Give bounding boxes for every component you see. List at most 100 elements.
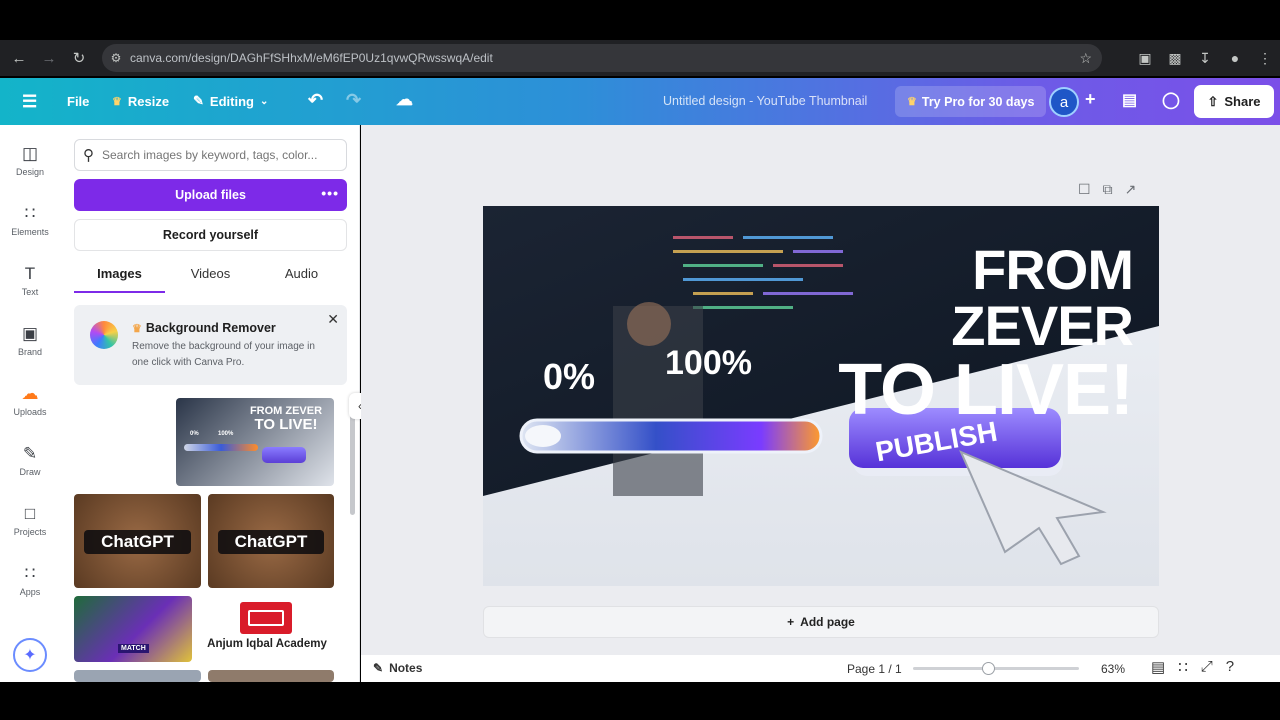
upload-thumbnail-chatgpt-1[interactable]: ChatGPT xyxy=(74,494,201,588)
rail-item-brand[interactable]: ▣ Brand xyxy=(0,323,60,357)
try-pro-label: Try Pro for 30 days xyxy=(921,94,1035,109)
lock-icon[interactable]: ☐ xyxy=(1078,181,1091,198)
reload-icon[interactable]: ↻ xyxy=(64,43,94,73)
panel-scrollbar[interactable] xyxy=(350,405,355,515)
editing-label: Editing xyxy=(209,93,254,109)
profile-icon[interactable]: ● xyxy=(1220,43,1250,73)
zoom-level[interactable]: 63% xyxy=(1101,662,1125,676)
upload-thumbnail-chatgpt-2[interactable]: ChatGPT xyxy=(208,494,334,588)
design-line1: FROM ZEVER xyxy=(951,238,1134,357)
thumb-line2: TO LIVE! xyxy=(254,416,318,433)
document-title[interactable]: Untitled design - YouTube Thumbnail xyxy=(663,94,867,108)
undo-icon[interactable]: ↶ xyxy=(308,90,323,111)
thumb-cricket-label: MATCH xyxy=(118,644,149,653)
page-indicator[interactable]: Page 1 / 1 xyxy=(847,662,902,676)
duplicate-page-icon[interactable]: ⧉ xyxy=(1103,181,1113,198)
tab-audio[interactable]: Audio xyxy=(256,259,347,293)
extension-icon[interactable]: ▣ xyxy=(1130,43,1160,73)
rail-label: Draw xyxy=(19,467,41,477)
bookmark-star-icon[interactable]: ☆ xyxy=(1079,50,1092,67)
crown-icon: ♛ xyxy=(132,323,142,335)
pencil-icon: ✎ xyxy=(193,93,204,108)
browser-menu-icon[interactable]: ⋮ xyxy=(1250,43,1280,73)
projects-folder-icon: □ xyxy=(24,504,36,523)
comment-icon[interactable]: ◯ xyxy=(1162,90,1180,110)
promo-title: ♛ Background Remover xyxy=(132,321,276,335)
rail-item-design[interactable]: ◫ Design xyxy=(0,143,60,177)
tab-videos[interactable]: Videos xyxy=(165,259,256,293)
rail-item-draw[interactable]: ✎ Draw xyxy=(0,443,60,477)
help-icon[interactable]: ? xyxy=(1226,658,1234,676)
rail-item-apps[interactable]: ∷ Apps xyxy=(0,563,60,597)
editor-header: ☰ File ♛ Resize ✎ Editing ⌄ ↶ ↷ ☁ Untitl… xyxy=(0,78,1280,125)
tab-images[interactable]: Images xyxy=(74,259,165,293)
avatar[interactable]: a xyxy=(1049,87,1079,117)
fullscreen-icon[interactable]: ⤢ xyxy=(1201,658,1213,676)
export-page-icon[interactable]: ↗ xyxy=(1125,181,1137,198)
draw-pen-icon: ✎ xyxy=(22,444,38,463)
upload-thumbnail-design[interactable]: FROM ZEVER TO LIVE! 0% 100% xyxy=(176,398,334,486)
tab-label: Images xyxy=(97,266,142,281)
upload-thumbnail-cricket[interactable]: MATCH xyxy=(74,596,192,662)
resize-label: Resize xyxy=(127,94,170,109)
rail-label: Text xyxy=(21,287,39,297)
upload-thumbnail-academy[interactable]: Anjum Iqbal Academy xyxy=(200,596,334,662)
magic-sparkle-icon[interactable]: ✦ xyxy=(13,638,47,672)
upload-thumbnail-partial-1[interactable] xyxy=(74,670,201,682)
upload-thumbnail-partial-2[interactable] xyxy=(208,670,334,682)
rail-label: Projects xyxy=(13,527,47,537)
uploads-cloud-icon: ☁ xyxy=(21,384,39,403)
download-icon[interactable]: ↧ xyxy=(1190,43,1220,73)
record-yourself-button[interactable]: Record yourself xyxy=(74,219,347,251)
thumb-title: FROM ZEVER TO LIVE! xyxy=(246,405,326,433)
notes-label: Notes xyxy=(389,661,423,675)
grid-view-icon[interactable]: ∷ xyxy=(1178,658,1188,676)
crown-icon: ♛ xyxy=(907,96,917,108)
page-view-icon[interactable]: ▤ xyxy=(1151,658,1165,676)
notes-button[interactable]: ✎ Notes xyxy=(373,661,422,675)
file-menu[interactable]: File xyxy=(67,94,89,109)
try-pro-button[interactable]: ♛ Try Pro for 30 days xyxy=(895,86,1047,117)
more-options-icon[interactable]: ••• xyxy=(321,185,339,201)
design-canvas[interactable]: FROM ZEVER TO LIVE! 0% 100% PUBLISH xyxy=(483,206,1159,586)
insights-chart-icon[interactable]: ▤ xyxy=(1122,90,1137,110)
design-headline: FROM ZEVER TO LIVE! xyxy=(783,238,1134,427)
search-input[interactable] xyxy=(102,148,327,162)
brand-icon: ▣ xyxy=(21,324,39,343)
editing-mode-button[interactable]: ✎ Editing ⌄ xyxy=(193,93,268,109)
chevron-down-icon: ⌄ xyxy=(259,95,269,107)
menu-hamburger-icon[interactable]: ☰ xyxy=(22,92,37,112)
zoom-slider-handle[interactable] xyxy=(981,662,995,675)
add-page-label: Add page xyxy=(800,615,855,629)
thumb-pct-end: 100% xyxy=(218,431,234,437)
add-collaborator-icon[interactable]: + xyxy=(1085,89,1096,110)
zoom-slider[interactable] xyxy=(913,662,1079,675)
rail-item-text[interactable]: T Text xyxy=(0,263,60,297)
canvas-stage: ☐ ⧉ ↗ FROM ZEVER TO LIVE! 0% 100% PUBLIS… xyxy=(361,125,1280,682)
rail-item-uploads[interactable]: ☁ Uploads xyxy=(0,383,60,417)
forward-icon[interactable]: → xyxy=(34,43,64,73)
uploads-panel: ⚲ Upload files ••• Record yourself Image… xyxy=(60,125,360,682)
background-remover-promo[interactable]: ♛ Background Remover Remove the backgroun… xyxy=(74,305,347,385)
close-icon[interactable]: ✕ xyxy=(327,311,339,328)
browser-actions: ▣ ▩ ↧ ● ⋮ xyxy=(1130,40,1280,76)
address-bar[interactable]: ⚙ canva.com/design/DAGhFfSHhxM/eM6fEP0Uz… xyxy=(102,44,1102,72)
share-button[interactable]: ⇧ Share xyxy=(1194,85,1274,118)
redo-icon[interactable]: ↷ xyxy=(346,90,361,111)
add-page-button[interactable]: + Add page xyxy=(483,606,1159,638)
rail-item-projects[interactable]: □ Projects xyxy=(0,503,60,537)
site-info-icon[interactable]: ⚙ xyxy=(102,51,130,65)
upload-files-button[interactable]: Upload files ••• xyxy=(74,179,347,211)
crown-icon: ♛ xyxy=(112,96,122,108)
presenter-head xyxy=(627,302,671,346)
promo-title-text: Background Remover xyxy=(145,321,276,335)
resize-button[interactable]: ♛ Resize xyxy=(112,94,169,109)
search-field[interactable]: ⚲ xyxy=(74,139,347,171)
browser-toolbar: ← → ↻ ⚙ canva.com/design/DAGhFfSHhxM/eM6… xyxy=(0,40,1280,76)
rail-item-elements[interactable]: ∷ Elements xyxy=(0,203,60,237)
cloud-saved-icon[interactable]: ☁ xyxy=(396,90,413,110)
screen: ← → ↻ ⚙ canva.com/design/DAGhFfSHhxM/eM6… xyxy=(0,0,1280,720)
back-icon[interactable]: ← xyxy=(4,43,34,73)
media-tabs: Images Videos Audio xyxy=(74,259,347,293)
extensions-puzzle-icon[interactable]: ▩ xyxy=(1160,43,1190,73)
